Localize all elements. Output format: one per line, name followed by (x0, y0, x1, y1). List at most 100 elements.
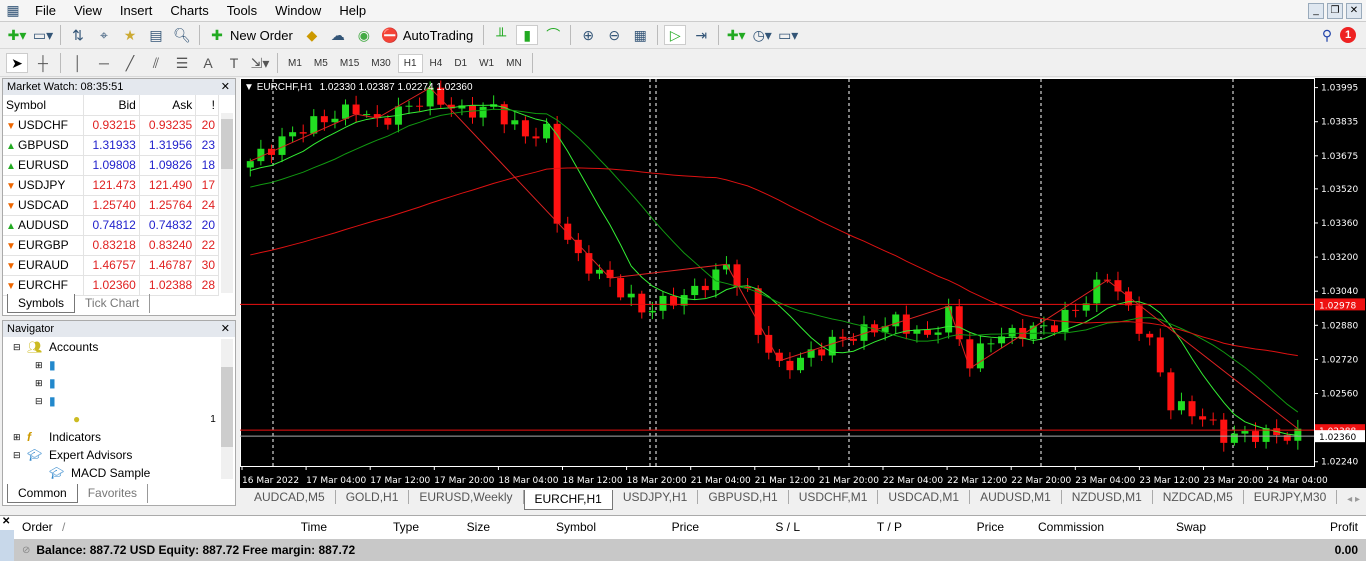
signals-icon[interactable]: ☁ (327, 25, 349, 45)
autoscroll-icon[interactable]: ▷ (664, 25, 687, 45)
tab-symbols[interactable]: Symbols (7, 294, 76, 313)
timeframe-m15[interactable]: M15 (335, 55, 364, 72)
chart-tab[interactable]: GOLD,H1 (336, 490, 410, 504)
market-watch-scrollbar[interactable] (221, 113, 233, 293)
timeframe-h4[interactable]: H4 (425, 55, 448, 72)
tree-account-3[interactable]: ⊟ ▮ (13, 392, 235, 410)
timeframe-h1[interactable]: H1 (397, 53, 423, 73)
column-spread[interactable]: ! (195, 95, 219, 116)
zoom-out-icon[interactable]: ⊖ (603, 25, 625, 45)
cursor-icon[interactable]: ➤ (6, 53, 28, 73)
candlestick-icon[interactable]: ▮ (516, 25, 539, 45)
tree-account-2[interactable]: ⊞ ▮ (13, 374, 235, 392)
crosshair-icon[interactable]: ┼ (32, 53, 54, 73)
arrows-icon[interactable]: ⇲▾ (249, 53, 271, 73)
chart-tab[interactable]: USDCAD,M1 (878, 490, 971, 504)
timeframe-m30[interactable]: M30 (366, 55, 395, 72)
timeframe-d1[interactable]: D1 (449, 55, 472, 72)
zoom-in-icon[interactable]: ⊕ (577, 25, 599, 45)
column-symbol[interactable]: Symbol (3, 95, 84, 116)
market-icon[interactable]: ◉ (353, 25, 375, 45)
horizontal-line-icon[interactable]: ─ (93, 53, 115, 73)
timeframe-w1[interactable]: W1 (474, 55, 499, 72)
chart-tab[interactable]: AUDUSD,M1 (970, 490, 1062, 504)
chart-tab[interactable]: EURCHF,H1 (523, 490, 613, 510)
tab-scroll-arrows[interactable]: ◂ ▸ (1347, 494, 1360, 505)
menu-file[interactable]: File (26, 3, 65, 18)
menu-charts[interactable]: Charts (161, 3, 217, 18)
templates-icon[interactable]: ▭▾ (777, 25, 799, 45)
tile-windows-icon[interactable]: ▦ (629, 25, 651, 45)
tree-account-1[interactable]: ⊞ ▮ (13, 356, 235, 374)
column-order[interactable]: Order (22, 520, 53, 534)
strategy-tester-icon[interactable]: 🔍︎ (171, 25, 193, 45)
menu-window[interactable]: Window (266, 3, 330, 18)
market-watch-row[interactable]: ▼ USDCHF 0.93215 0.93235 20 (3, 115, 219, 136)
chart-shift-icon[interactable]: ⇥ (690, 25, 712, 45)
column-sl[interactable]: S / L (775, 520, 800, 534)
chart-tab[interactable]: NZDUSD,M1 (1062, 490, 1153, 504)
market-watch-row[interactable]: ▼ EURCHF 1.02360 1.02388 28 (3, 275, 219, 296)
tree-indicators[interactable]: ⊞ f Indicators (13, 428, 235, 446)
column-time[interactable]: Time (301, 520, 327, 534)
new-chart-icon[interactable]: ✚▾ (6, 25, 28, 45)
profiles-icon[interactable]: ▭▾ (32, 25, 54, 45)
menu-tools[interactable]: Tools (218, 3, 266, 18)
column-commission[interactable]: Commission (1038, 520, 1104, 534)
column-bid[interactable]: Bid (83, 95, 140, 116)
timeframe-m5[interactable]: M5 (309, 55, 333, 72)
market-watch-row[interactable]: ▲ AUDUSD 0.74812 0.74832 20 (3, 215, 219, 236)
navigator-icon[interactable]: ★ (119, 25, 141, 45)
column-swap[interactable]: Swap (1176, 520, 1206, 534)
price-chart[interactable]: 1.029781.023881.023601.039951.038351.036… (240, 78, 1366, 488)
tree-accounts[interactable]: ⊟ 👥︎ Accounts (13, 338, 235, 356)
column-price-current[interactable]: Price (977, 520, 1004, 534)
chart-tab[interactable]: AUDCAD,M5 (244, 490, 336, 504)
restore-button[interactable]: ❐ (1327, 2, 1343, 19)
new-order-icon[interactable]: ✚ (206, 25, 228, 45)
search-icon[interactable]: ⚲ (1316, 25, 1338, 45)
market-watch-row[interactable]: ▼ USDCAD 1.25740 1.25764 24 (3, 195, 219, 216)
tab-common[interactable]: Common (7, 484, 78, 503)
timeframe-mn[interactable]: MN (501, 55, 527, 72)
chart-tab[interactable]: EURUSD,Weekly (409, 490, 524, 504)
chart-window[interactable]: 1.029781.023881.023601.039951.038351.036… (240, 78, 1366, 488)
indicators-icon[interactable]: ✚▾ (725, 25, 747, 45)
column-type[interactable]: Type (393, 520, 419, 534)
close-button[interactable]: ✕ (1346, 2, 1362, 19)
chart-tab[interactable]: USDJPY,H1 (613, 490, 699, 504)
new-order-button[interactable]: New Order (230, 28, 293, 43)
tab-tick-chart[interactable]: Tick Chart (75, 294, 151, 313)
tab-favorites[interactable]: Favorites (78, 484, 149, 503)
market-watch-row[interactable]: ▼ EURGBP 0.83218 0.83240 22 (3, 235, 219, 256)
notifications-badge[interactable]: 1 (1340, 27, 1356, 43)
chart-menu-triangle-icon[interactable]: ▼ (244, 82, 254, 93)
crosshair-data-icon[interactable]: ⌖ (93, 25, 115, 45)
tree-macd-sample[interactable]: 🎓︎ MACD Sample (13, 464, 235, 482)
menu-view[interactable]: View (65, 3, 111, 18)
column-price[interactable]: Price (672, 520, 699, 534)
column-tp[interactable]: T / P (877, 520, 902, 534)
periods-icon[interactable]: ◷▾ (751, 25, 773, 45)
autotrading-icon[interactable]: ⛔ (379, 25, 401, 45)
column-ask[interactable]: Ask (139, 95, 197, 116)
menu-help[interactable]: Help (330, 3, 375, 18)
terminal-icon[interactable]: ▤ (145, 25, 167, 45)
chart-tab[interactable]: USDCHF,M1 (789, 490, 879, 504)
text-icon[interactable]: A (197, 53, 219, 73)
market-watch-row[interactable]: ▲ EURUSD 1.09808 1.09826 18 (3, 155, 219, 176)
market-watch-icon[interactable]: ⇅ (67, 25, 89, 45)
equidistant-channel-icon[interactable]: ⫽ (145, 53, 167, 73)
minimize-button[interactable]: _ (1308, 2, 1324, 19)
metaeditor-icon[interactable]: ◆ (301, 25, 323, 45)
text-label-icon[interactable]: T (223, 53, 245, 73)
column-size[interactable]: Size (467, 520, 490, 534)
bar-chart-icon[interactable]: ╨ (490, 25, 512, 45)
column-profit[interactable]: Profit (1330, 520, 1358, 534)
market-watch-row[interactable]: ▲ GBPUSD 1.31933 1.31956 23 (3, 135, 219, 156)
close-icon[interactable]: ✕ (221, 79, 230, 95)
tree-account-user[interactable]: ● 1 (13, 410, 235, 428)
chart-tab[interactable]: EURJPY,M30 (1244, 490, 1338, 504)
chart-tab[interactable]: GBPUSD,H1 (698, 490, 789, 504)
autotrading-button[interactable]: AutoTrading (403, 28, 473, 43)
